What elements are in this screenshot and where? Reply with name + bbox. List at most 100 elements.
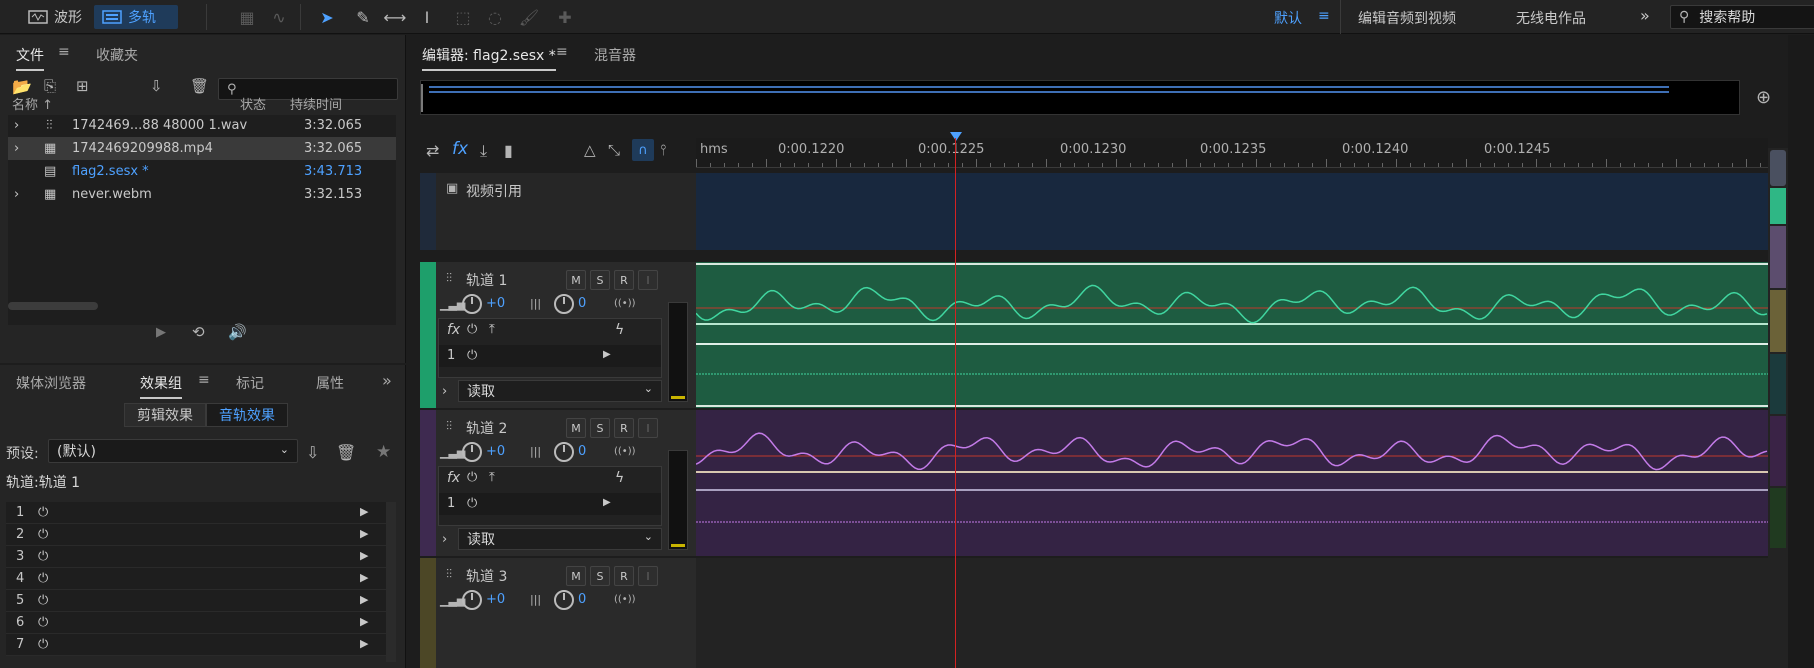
playhead[interactable] [955, 138, 956, 668]
lightning-icon[interactable]: ϟ [615, 470, 624, 486]
delete-file-icon[interactable]: 🗑 [190, 77, 209, 95]
clip-effects-tab[interactable]: 剪辑效果 [124, 403, 206, 427]
volume-knob[interactable] [462, 294, 482, 314]
track-effects-tab[interactable]: 音轨效果 [206, 403, 288, 427]
slot-arrow-icon[interactable]: ▶ [360, 549, 368, 562]
volume-knob[interactable] [462, 590, 482, 610]
power-icon[interactable]: ⏻ [467, 322, 477, 337]
expand-chevron-icon[interactable]: › [442, 384, 447, 399]
time-selection-tool-icon[interactable]: I [414, 5, 440, 29]
mute-button[interactable]: M [566, 566, 586, 586]
new-file-icon[interactable]: ⊞ [76, 77, 89, 95]
slot-arrow-icon[interactable]: ▶ [360, 615, 368, 628]
solo-button[interactable]: S [590, 418, 610, 438]
power-icon[interactable]: ⏻ [38, 615, 48, 630]
fx-icon[interactable]: fx [447, 470, 460, 486]
import-file-icon[interactable]: ⎘ [44, 77, 56, 95]
power-icon[interactable]: ⏻ [467, 348, 477, 363]
effects-panel-menu-icon[interactable]: ≡ [198, 372, 210, 388]
slot-arrow-icon[interactable]: ▶ [603, 349, 611, 360]
pan-knob[interactable] [554, 294, 574, 314]
fx-slot[interactable]: 1 ⏻ ▶ [439, 345, 661, 367]
effect-slot[interactable]: 4 ⏻ ▶ [6, 568, 386, 590]
pan-knob[interactable] [554, 590, 574, 610]
automation-mode-select[interactable]: 读取 ⌄ [458, 380, 662, 402]
video-track-lane[interactable] [696, 173, 1768, 250]
effects-scrollbar[interactable] [386, 502, 396, 662]
power-icon[interactable]: ⏻ [38, 593, 48, 608]
brush-tool-icon[interactable]: 🖌 [516, 5, 542, 29]
horizontal-scrollbar[interactable] [8, 302, 98, 310]
power-icon[interactable]: ⏻ [38, 637, 48, 652]
metronome-icon[interactable]: △ [584, 141, 596, 159]
magnet-snapping-icon[interactable]: ∩ [632, 139, 654, 161]
pre-post-fader-icon[interactable]: ⤒ [489, 470, 495, 485]
monitor-input-button[interactable]: I [638, 270, 658, 290]
effect-slot[interactable]: 1 ⏻ ▶ [6, 502, 386, 524]
insert-into-multitrack-icon[interactable]: ⇩ [150, 77, 163, 95]
power-icon[interactable]: ⏻ [38, 571, 48, 586]
overview-handle[interactable] [421, 84, 427, 112]
track-3-header[interactable]: ⫶⫶ 轨道 3 M S R I ▁▃▅ +0 ||| 0 ((•)) [420, 558, 696, 668]
track-2-lane[interactable] [696, 410, 1768, 556]
record-arm-button[interactable]: R [614, 566, 634, 586]
save-preset-icon[interactable]: ⇩ [306, 443, 319, 462]
pan-value[interactable]: 0 [578, 592, 586, 607]
file-row[interactable]: › ⫶⫶ 1742469...88 48000 1.wav 3:32.065 [8, 114, 396, 137]
spot-healing-tool-icon[interactable]: ✚ [552, 5, 578, 29]
stereo-icon[interactable]: ((•)) [614, 446, 636, 457]
slot-arrow-icon[interactable]: ▶ [360, 593, 368, 606]
column-name[interactable]: 名称 ↑ [12, 94, 53, 113]
mute-button[interactable]: M [566, 418, 586, 438]
monitor-input-button[interactable]: I [638, 418, 658, 438]
pitch-display-icon[interactable]: ∿ [266, 5, 292, 29]
volume-value[interactable]: +0 [486, 444, 505, 459]
expand-chevron-icon[interactable]: › [14, 187, 19, 202]
auto-play-icon[interactable]: 🔊 [228, 323, 247, 341]
video-track-header[interactable]: ▣ 视频引用 [420, 173, 696, 250]
workspace-default[interactable]: 默认 [1274, 8, 1302, 28]
editor-menu-icon[interactable]: ≡ [556, 44, 568, 60]
column-status[interactable]: 状态 [240, 94, 266, 113]
razor-tool-icon[interactable]: ✎ [350, 5, 376, 29]
workspace-edit-audio-to-video[interactable]: 编辑音频到视频 [1358, 8, 1456, 28]
pan-value[interactable]: 0 [578, 444, 586, 459]
effect-slot[interactable]: 2 ⏻ ▶ [6, 524, 386, 546]
fx-icon[interactable]: fx [447, 322, 460, 338]
lightning-icon[interactable]: ϟ [615, 322, 624, 338]
tab-mixer[interactable]: 混音器 [594, 45, 636, 65]
record-arm-button[interactable]: R [614, 418, 634, 438]
track-1-lane[interactable] [696, 262, 1768, 408]
tab-files[interactable]: 文件 [16, 45, 44, 71]
power-icon[interactable]: ⏻ [38, 527, 48, 542]
tab-favorites[interactable]: 收藏夹 [96, 45, 138, 65]
file-row[interactable]: › ▦ never.webm 3:32.153 [8, 183, 396, 206]
spectral-display-icon[interactable]: ▦ [234, 5, 260, 29]
favorite-star-icon[interactable]: ★ [376, 442, 391, 462]
tab-media-browser[interactable]: 媒体浏览器 [16, 373, 86, 393]
track-3-lane[interactable] [696, 558, 1768, 668]
pre-post-fader-icon[interactable]: ⤒ [489, 322, 495, 337]
play-icon[interactable]: ▶ [156, 325, 166, 340]
loop-playback-icon[interactable]: ⟲ [192, 323, 205, 341]
zoom-navigator-icon[interactable]: ⊕ [1756, 87, 1771, 108]
multitrack-view-button[interactable]: 多轨 [94, 5, 178, 29]
inputs-outputs-icon[interactable]: ⇄ [426, 141, 439, 160]
tab-effects-rack[interactable]: 效果组 [140, 373, 182, 399]
workspace-radio-production[interactable]: 无线电作品 [1516, 8, 1586, 28]
marker-pin-icon[interactable]: ⫯ [660, 141, 667, 159]
volume-value[interactable]: +0 [486, 592, 505, 607]
tab-editor[interactable]: 编辑器: flag2.sesx * [422, 45, 556, 71]
playhead-marker[interactable] [950, 132, 962, 141]
more-panels-icon[interactable]: » [382, 371, 392, 390]
column-duration[interactable]: 持续时间 [290, 94, 342, 113]
move-tool-icon[interactable]: ➤ [314, 5, 340, 29]
delete-preset-icon[interactable]: 🗑 [336, 443, 356, 462]
volume-value[interactable]: +0 [486, 296, 505, 311]
power-icon[interactable]: ⏻ [467, 470, 477, 485]
vertical-track-scrollbar[interactable] [1768, 148, 1788, 668]
file-row[interactable]: ▤ flag2.sesx * 3:43.713 [8, 160, 396, 183]
waveform-view-button[interactable]: 波形 [20, 5, 90, 29]
sends-icon[interactable]: ⤓ [480, 141, 487, 161]
expand-chevron-icon[interactable]: › [14, 141, 19, 156]
